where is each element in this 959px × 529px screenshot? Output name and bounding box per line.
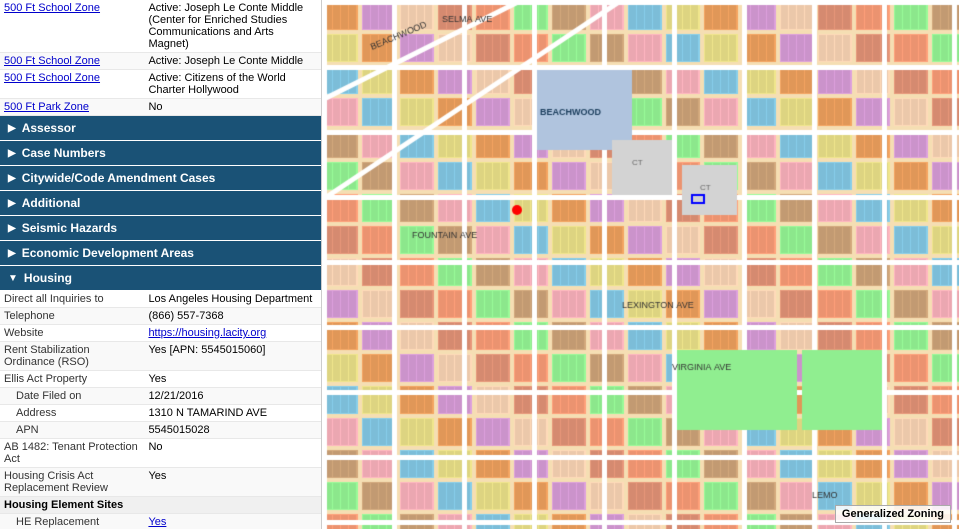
housing-row-value: 5545015028 xyxy=(144,422,321,439)
housing-row-value: Los Angeles Housing Department xyxy=(144,291,321,308)
section-label-economic: Economic Development Areas xyxy=(22,246,194,260)
map-panel: Generalized Zoning xyxy=(322,0,959,529)
map-label: Generalized Zoning xyxy=(835,505,951,523)
section-assessor: ▶ Assessor xyxy=(0,116,321,141)
arrow-assessor: ▶ xyxy=(8,123,16,134)
section-header-case-numbers[interactable]: ▶ Case Numbers xyxy=(0,141,321,166)
housing-table: Direct all Inquiries toLos Angeles Housi… xyxy=(0,291,321,529)
left-panel: 500 Ft School ZoneActive: Joseph Le Cont… xyxy=(0,0,322,529)
school-zone-value: No xyxy=(144,99,321,116)
housing-row-value: Yes xyxy=(144,371,321,388)
housing-row-label: Housing Crisis Act Replacement Review xyxy=(0,468,144,497)
school-zone-label[interactable]: 500 Ft Park Zone xyxy=(0,99,144,116)
housing-row-label: Direct all Inquiries to xyxy=(0,291,144,308)
school-zone-value: Active: Joseph Le Conte Middle (Center f… xyxy=(144,0,321,53)
housing-row-value: No xyxy=(144,439,321,468)
housing-row-value: 12/21/2016 xyxy=(144,388,321,405)
section-additional: ▶ Additional xyxy=(0,191,321,216)
section-case-numbers: ▶ Case Numbers xyxy=(0,141,321,166)
housing-row-label: Ellis Act Property xyxy=(0,371,144,388)
arrow-additional: ▶ xyxy=(8,198,16,209)
section-label-additional: Additional xyxy=(22,196,81,210)
housing-label: Housing xyxy=(24,271,72,285)
housing-row-value[interactable]: https://housing.lacity.org xyxy=(144,325,321,342)
housing-row-label: HE Replacement Required xyxy=(0,514,144,529)
housing-row-label: Website xyxy=(0,325,144,342)
school-zone-value: Active: Joseph Le Conte Middle xyxy=(144,53,321,70)
housing-row-label: Date Filed on xyxy=(0,388,144,405)
sections-container: ▶ Assessor ▶ Case Numbers ▶ Citywide/Code Ame… xyxy=(0,116,321,266)
housing-website-link[interactable]: https://housing.lacity.org xyxy=(148,327,266,339)
arrow-economic: ▶ xyxy=(8,248,16,259)
arrow-citywide: ▶ xyxy=(8,173,16,184)
housing-row-value: (866) 557-7368 xyxy=(144,308,321,325)
housing-content: Direct all Inquiries toLos Angeles Housi… xyxy=(0,291,321,529)
housing-arrow: ▼ xyxy=(8,273,18,284)
section-label-seismic: Seismic Hazards xyxy=(22,221,117,235)
section-header-economic[interactable]: ▶ Economic Development Areas xyxy=(0,241,321,266)
school-zone-label[interactable]: 500 Ft School Zone xyxy=(0,53,144,70)
top-rows-table: 500 Ft School ZoneActive: Joseph Le Cont… xyxy=(0,0,321,116)
school-zone-value: Active: Citizens of the World Charter Ho… xyxy=(144,70,321,99)
section-label-case-numbers: Case Numbers xyxy=(22,146,106,160)
housing-section: ▼ Housing Direct all Inquiries toLos Ang… xyxy=(0,266,321,529)
housing-row-label: Telephone xyxy=(0,308,144,325)
section-seismic: ▶ Seismic Hazards xyxy=(0,216,321,241)
school-zone-label[interactable]: 500 Ft School Zone xyxy=(0,0,144,53)
section-economic: ▶ Economic Development Areas xyxy=(0,241,321,266)
housing-row-label: APN xyxy=(0,422,144,439)
housing-row-value: Yes [APN: 5545015060] xyxy=(144,342,321,371)
section-header-seismic[interactable]: ▶ Seismic Hazards xyxy=(0,216,321,241)
section-citywide: ▶ Citywide/Code Amendment Cases xyxy=(0,166,321,191)
section-label-citywide: Citywide/Code Amendment Cases xyxy=(22,171,216,185)
map-canvas xyxy=(322,0,959,529)
housing-row-label: Rent Stabilization Ordinance (RSO) xyxy=(0,342,144,371)
housing-row-value: 1310 N TAMARIND AVE xyxy=(144,405,321,422)
arrow-case-numbers: ▶ xyxy=(8,148,16,159)
housing-row-label: AB 1482: Tenant Protection Act xyxy=(0,439,144,468)
school-zone-label[interactable]: 500 Ft School Zone xyxy=(0,70,144,99)
housing-row-value[interactable]: Yes xyxy=(144,514,321,529)
he-replacement-link[interactable]: Yes xyxy=(148,516,166,528)
section-header-assessor[interactable]: ▶ Assessor xyxy=(0,116,321,141)
housing-sub-header: Housing Element Sites xyxy=(0,497,321,514)
housing-row-label: Address xyxy=(0,405,144,422)
section-header-additional[interactable]: ▶ Additional xyxy=(0,191,321,216)
housing-row-value: Yes xyxy=(144,468,321,497)
section-label-assessor: Assessor xyxy=(22,121,76,135)
arrow-seismic: ▶ xyxy=(8,223,16,234)
housing-header[interactable]: ▼ Housing xyxy=(0,266,321,291)
section-header-citywide[interactable]: ▶ Citywide/Code Amendment Cases xyxy=(0,166,321,191)
